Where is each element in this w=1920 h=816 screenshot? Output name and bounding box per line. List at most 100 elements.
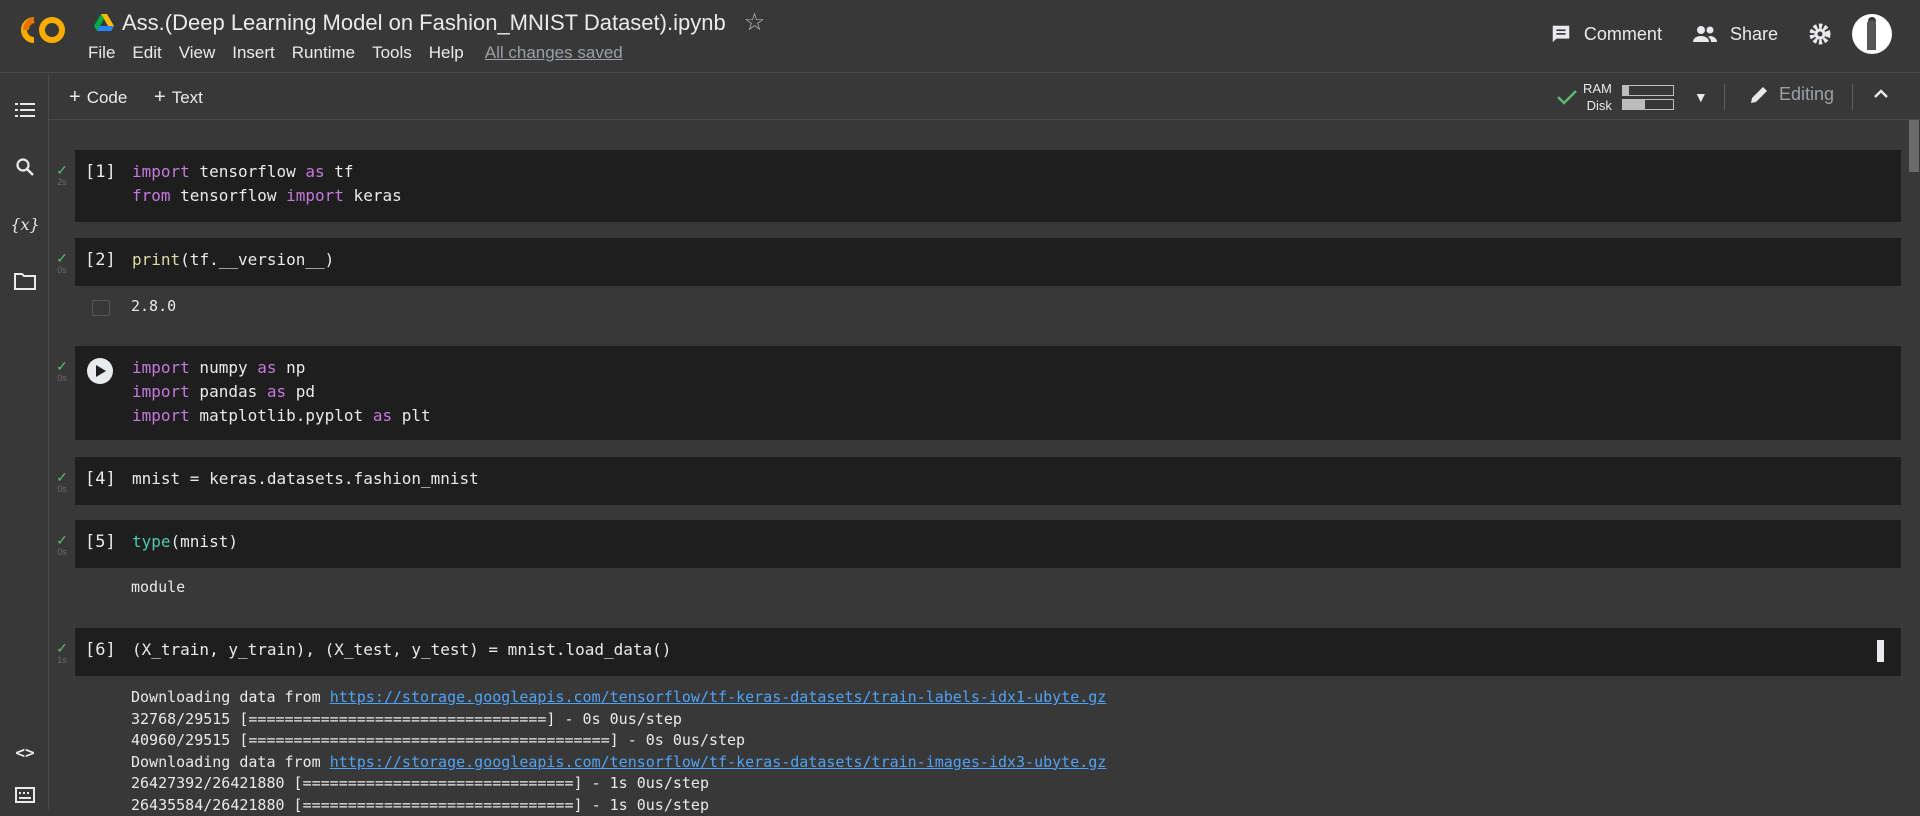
cell-status: ✓ 1s	[55, 641, 69, 665]
cell-code[interactable]: mnist = keras.datasets.fashion_mnist	[132, 467, 479, 491]
progress-line: 26435584/26421880 [=====================…	[131, 795, 709, 814]
gear-icon[interactable]	[1808, 22, 1832, 46]
code-snippets-icon[interactable]: <>	[13, 740, 37, 764]
save-status[interactable]: All changes saved	[485, 43, 623, 63]
folder-icon[interactable]	[13, 269, 37, 293]
plus-icon: +	[69, 86, 81, 108]
exec-count: [2]	[85, 250, 116, 270]
disk-meter-fill	[1622, 99, 1646, 109]
cell-output: module	[131, 578, 186, 596]
code-cell[interactable]: [1] import tensorflow as tf from tensorf…	[75, 150, 1901, 222]
cell-code[interactable]: type(mnist)	[132, 530, 238, 554]
add-text-button[interactable]: + Text	[154, 86, 203, 109]
cell-status: ✓ 2s	[55, 163, 69, 187]
variables-icon[interactable]: {x}	[10, 212, 39, 236]
download-output: Downloading data from https://storage.go…	[131, 687, 1106, 816]
exec-time: 0s	[57, 265, 67, 275]
ram-meter-fill	[1622, 85, 1629, 95]
ram-meter	[1621, 84, 1674, 96]
exec-count: [1]	[85, 162, 116, 182]
divider	[1724, 84, 1725, 110]
cell-code[interactable]: (X_train, y_train), (X_test, y_test) = m…	[132, 638, 671, 662]
exec-count: [4]	[85, 469, 116, 489]
menu-file[interactable]: File	[88, 43, 115, 63]
cell-output: 2.8.0	[131, 297, 177, 315]
menu-view[interactable]: View	[179, 43, 216, 63]
table-of-contents-icon[interactable]	[13, 98, 37, 122]
code-cell[interactable]: import numpy as np import pandas as pd i…	[75, 346, 1901, 440]
code-cell[interactable]: [4] mnist = keras.datasets.fashion_mnist	[75, 457, 1901, 505]
check-icon: ✓	[56, 250, 68, 266]
cell-code[interactable]: print(tf.__version__)	[132, 248, 334, 272]
output-icon[interactable]	[92, 300, 110, 316]
cell-status: ✓ 0s	[55, 470, 69, 494]
text-cursor	[1877, 640, 1884, 662]
left-sidebar: {x} <>	[0, 74, 49, 810]
editing-label: Editing	[1779, 84, 1835, 104]
code-cell[interactable]: [6] (X_train, y_train), (X_test, y_test)…	[75, 628, 1901, 676]
exec-time: 1s	[57, 655, 67, 665]
code-cell[interactable]: [5] type(mnist)	[75, 520, 1901, 568]
menu-insert[interactable]: Insert	[232, 43, 275, 63]
pencil-icon	[1751, 86, 1767, 103]
search-icon[interactable]	[13, 155, 37, 179]
comment-icon	[1552, 25, 1570, 43]
notebook-title[interactable]: Ass.(Deep Learning Model on Fashion_MNIS…	[122, 10, 726, 36]
code-cell[interactable]: [2] print(tf.__version__)	[75, 238, 1901, 286]
avatar[interactable]	[1852, 14, 1892, 54]
plus-icon: +	[154, 86, 166, 108]
progress-line: 26427392/26421880 [=====================…	[131, 774, 709, 792]
chevron-up-icon[interactable]	[1869, 82, 1893, 106]
connected-check-icon	[1557, 90, 1577, 105]
google-drive-icon	[94, 13, 114, 31]
star-icon[interactable]: ☆	[744, 8, 766, 37]
exec-time: 0s	[57, 373, 67, 383]
share-button[interactable]: Share	[1692, 23, 1778, 45]
check-icon: ✓	[56, 532, 68, 548]
check-icon: ✓	[56, 358, 68, 374]
check-icon: ✓	[56, 469, 68, 485]
people-icon	[1692, 26, 1717, 42]
comment-button[interactable]: Comment	[1550, 23, 1662, 45]
divider	[1852, 84, 1853, 110]
check-icon: ✓	[56, 640, 68, 656]
header: Ass.(Deep Learning Model on Fashion_MNIS…	[0, 0, 1920, 73]
disk-meter	[1621, 98, 1674, 110]
add-code-label: Code	[86, 87, 128, 107]
menu-bar: File Edit View Insert Runtime Tools Help…	[88, 43, 640, 63]
resources-indicator[interactable]: RAM Disk ▼	[1557, 80, 1708, 114]
exec-time: 0s	[57, 547, 67, 557]
exec-count: [6]	[85, 640, 116, 660]
add-code-button[interactable]: + Code	[69, 86, 127, 109]
progress-line: 32768/29515 [===========================…	[131, 709, 682, 728]
menu-tools[interactable]: Tools	[372, 43, 412, 63]
scrollbar-thumb[interactable]	[1909, 120, 1919, 172]
exec-time: 2s	[57, 177, 67, 187]
editing-mode[interactable]: Editing	[1749, 84, 1834, 105]
notebook-toolbar: + Code + Text RAM Disk ▼ Editing	[49, 74, 1920, 120]
disk-label: Disk	[1586, 98, 1612, 113]
scrollbar[interactable]	[1907, 120, 1920, 810]
share-label: Share	[1729, 23, 1778, 44]
menu-help[interactable]: Help	[429, 43, 464, 63]
check-icon: ✓	[56, 162, 68, 178]
cell-status: ✓ 0s	[55, 359, 69, 383]
download-prefix: Downloading data from	[131, 688, 330, 706]
cell-code[interactable]: import numpy as np import pandas as pd i…	[132, 356, 431, 428]
chevron-down-icon[interactable]: ▼	[1694, 89, 1708, 105]
menu-edit[interactable]: Edit	[132, 43, 161, 63]
colab-logo[interactable]	[14, 12, 70, 48]
comment-label: Comment	[1583, 23, 1662, 44]
cell-code[interactable]: import tensorflow as tf from tensorflow …	[132, 160, 402, 208]
run-cell-button[interactable]	[87, 358, 113, 384]
ram-label: RAM	[1583, 81, 1612, 96]
progress-line: 40960/29515 [===========================…	[131, 731, 746, 749]
cell-status: ✓ 0s	[55, 251, 69, 275]
menu-runtime[interactable]: Runtime	[292, 43, 355, 63]
download-link[interactable]: https://storage.googleapis.com/tensorflo…	[330, 753, 1107, 771]
download-link[interactable]: https://storage.googleapis.com/tensorflo…	[330, 688, 1107, 706]
exec-count: [5]	[85, 532, 116, 552]
play-icon	[96, 365, 106, 377]
exec-time: 0s	[57, 484, 67, 494]
terminal-icon[interactable]	[13, 783, 37, 807]
